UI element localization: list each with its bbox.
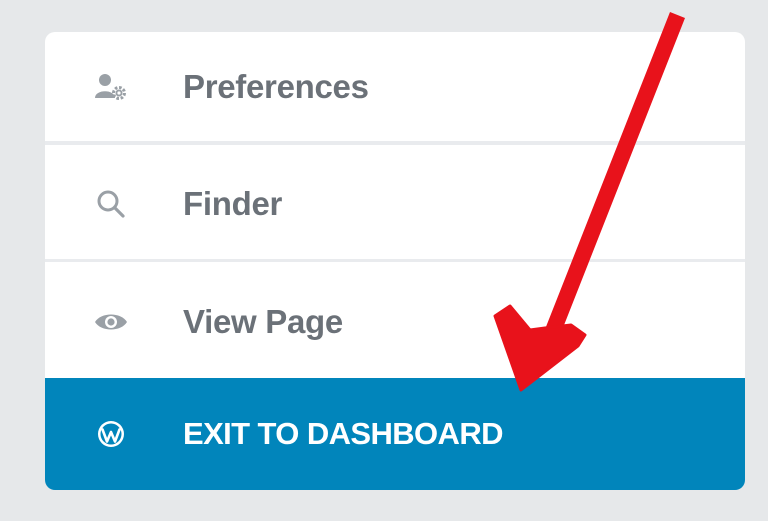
menu-item-exit-to-dashboard[interactable]: EXIT TO DASHBOARD (45, 378, 745, 490)
menu-item-label: View Page (183, 302, 343, 340)
wordpress-icon (93, 416, 129, 452)
search-icon (93, 186, 129, 222)
menu-item-label: EXIT TO DASHBOARD (183, 416, 504, 451)
menu-item-preferences[interactable]: Preferences (45, 32, 745, 145)
user-gear-icon (93, 69, 129, 105)
menu-item-label: Preferences (183, 67, 369, 105)
menu-item-view-page[interactable]: View Page (45, 265, 745, 378)
editor-menu-panel: Preferences Finder View Page EXIT TO DAS… (45, 32, 745, 490)
eye-icon (93, 304, 129, 340)
menu-item-finder[interactable]: Finder (45, 149, 745, 262)
menu-item-label: Finder (183, 185, 283, 222)
